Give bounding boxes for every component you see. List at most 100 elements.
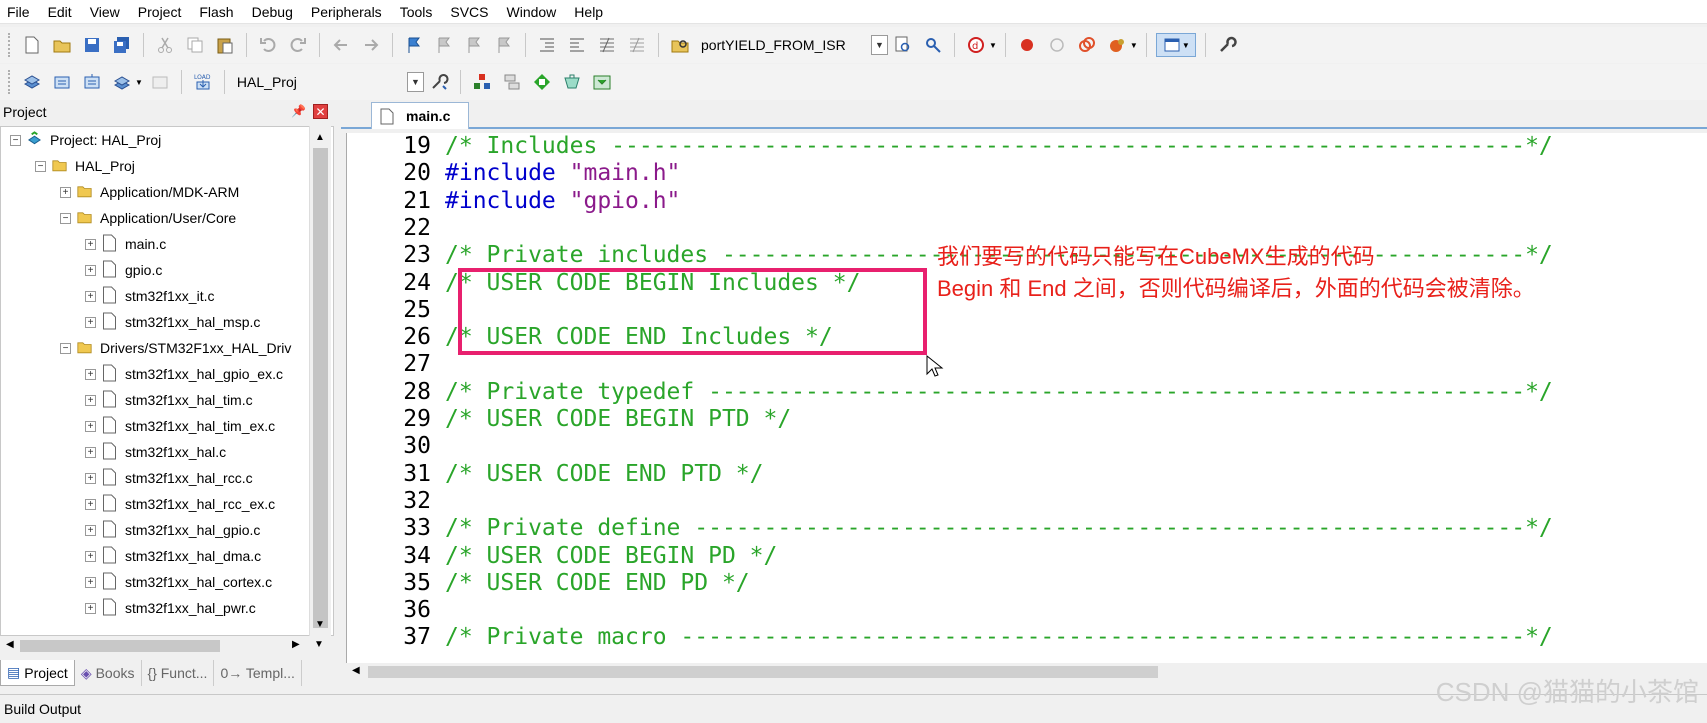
scroll-left-icon[interactable]: ◀ bbox=[6, 639, 14, 650]
paste-icon[interactable] bbox=[213, 33, 237, 57]
menu-file[interactable]: File bbox=[0, 0, 41, 24]
stop-build-icon[interactable] bbox=[148, 70, 172, 94]
scroll-down-icon[interactable]: ▼ bbox=[315, 619, 325, 630]
tree-item[interactable]: − Drivers/STM32F1xx_HAL_Driv bbox=[60, 335, 291, 361]
tab-main-c[interactable]: main.c bbox=[371, 102, 469, 129]
chevron-down-icon[interactable]: ▼ bbox=[1130, 41, 1138, 50]
expand-icon[interactable]: + bbox=[85, 576, 96, 588]
tab-templates[interactable]: 0→ Templ... bbox=[214, 660, 302, 686]
comment-icon[interactable] bbox=[595, 33, 619, 57]
file-extensions-icon[interactable] bbox=[500, 70, 524, 94]
batch-build-icon[interactable] bbox=[110, 70, 134, 94]
close-icon[interactable]: ✕ bbox=[313, 104, 328, 119]
tree-item[interactable]: + stm32f1xx_hal.c bbox=[85, 439, 226, 465]
target-combo[interactable]: HAL_Proj ▼ bbox=[230, 70, 424, 94]
code-line[interactable]: 30 bbox=[347, 433, 445, 460]
navigate-back-icon[interactable] bbox=[329, 33, 353, 57]
code-line[interactable]: 20 #include "main.h" bbox=[347, 160, 680, 187]
tab-functions[interactable]: {} Funct... bbox=[142, 660, 215, 686]
tree-item[interactable]: + stm32f1xx_hal_tim.c bbox=[85, 387, 253, 413]
collapse-icon[interactable]: − bbox=[60, 342, 71, 354]
code-line[interactable]: 27 bbox=[347, 351, 445, 378]
tree-item[interactable]: + stm32f1xx_it.c bbox=[85, 283, 214, 309]
disable-breakpoint-icon[interactable] bbox=[1045, 33, 1069, 57]
find-icon[interactable] bbox=[891, 33, 915, 57]
software-packs-icon[interactable] bbox=[590, 70, 614, 94]
redo-icon[interactable] bbox=[286, 33, 310, 57]
manage-components-icon[interactable] bbox=[470, 70, 494, 94]
prev-bookmark-icon[interactable] bbox=[432, 33, 456, 57]
build-icon[interactable] bbox=[50, 70, 74, 94]
expand-icon[interactable]: + bbox=[85, 472, 96, 484]
pin-icon[interactable]: 📌 bbox=[291, 104, 306, 118]
menu-tools[interactable]: Tools bbox=[393, 0, 444, 24]
next-bookmark-icon[interactable] bbox=[462, 33, 486, 57]
window-layout-icon[interactable]: ▼ bbox=[1155, 33, 1196, 57]
tree-item[interactable]: + stm32f1xx_hal_dma.c bbox=[85, 543, 261, 569]
tree-item[interactable]: − Application/User/Core bbox=[60, 205, 236, 231]
code-line[interactable]: 29 /* USER CODE BEGIN PTD */ bbox=[347, 406, 791, 433]
expand-icon[interactable]: + bbox=[85, 446, 96, 458]
expand-icon[interactable]: + bbox=[60, 186, 71, 198]
pack-installer-icon[interactable] bbox=[560, 70, 584, 94]
disable-all-breakpoints-icon[interactable] bbox=[1075, 33, 1099, 57]
scroll-up-icon[interactable]: ▲ bbox=[315, 132, 325, 143]
chevron-down-icon[interactable]: ▼ bbox=[989, 41, 997, 50]
tree-item[interactable]: + Application/MDK-ARM bbox=[60, 179, 239, 205]
code-line[interactable]: 34 /* USER CODE BEGIN PD */ bbox=[347, 543, 777, 570]
scroll-left-icon[interactable]: ◀ bbox=[352, 665, 360, 676]
bookmark-icon[interactable] bbox=[402, 33, 426, 57]
collapse-icon[interactable]: − bbox=[10, 134, 21, 146]
menu-debug[interactable]: Debug bbox=[245, 0, 304, 24]
tree-item[interactable]: + stm32f1xx_hal_gpio.c bbox=[85, 517, 260, 543]
incremental-find-icon[interactable] bbox=[921, 33, 945, 57]
toolbar-grip[interactable] bbox=[8, 70, 11, 94]
save-icon[interactable] bbox=[80, 33, 104, 57]
expand-icon[interactable]: + bbox=[85, 316, 96, 328]
select-packs-icon[interactable] bbox=[530, 70, 554, 94]
project-tree-hscroll[interactable]: ◀ ▶ ▼ bbox=[0, 636, 334, 656]
debug-session-icon[interactable]: d bbox=[964, 33, 988, 57]
code-line[interactable]: 19 /* Includes --------------------------… bbox=[347, 133, 1552, 160]
code-line[interactable]: 32 bbox=[347, 488, 445, 515]
menu-edit[interactable]: Edit bbox=[41, 0, 83, 24]
open-folder-icon[interactable] bbox=[50, 33, 74, 57]
scroll-right-icon[interactable]: ▶ bbox=[292, 639, 300, 650]
breakpoint-icon[interactable] bbox=[1015, 33, 1039, 57]
scroll-thumb[interactable] bbox=[368, 666, 1158, 678]
chevron-down-icon[interactable]: ▼ bbox=[871, 35, 888, 55]
menu-flash[interactable]: Flash bbox=[192, 0, 244, 24]
code-line[interactable]: 22 bbox=[347, 215, 445, 242]
code-line[interactable]: 37 /* Private macro ---------------------… bbox=[347, 624, 1552, 651]
toolbar-grip[interactable] bbox=[8, 33, 11, 57]
code-line[interactable]: 25 bbox=[347, 297, 445, 324]
menu-peripherals[interactable]: Peripherals bbox=[304, 0, 393, 24]
chevron-down-icon[interactable]: ▼ bbox=[406, 72, 424, 92]
expand-icon[interactable]: + bbox=[85, 524, 96, 536]
code-line[interactable]: 33 /* Private define --------------------… bbox=[347, 515, 1552, 542]
rebuild-icon[interactable] bbox=[80, 70, 104, 94]
tree-item[interactable]: + stm32f1xx_hal_gpio_ex.c bbox=[85, 361, 283, 387]
code-line[interactable]: 31 /* USER CODE END PTD */ bbox=[347, 461, 763, 488]
copy-icon[interactable] bbox=[183, 33, 207, 57]
project-tree-vscroll[interactable]: ▲ ▼ bbox=[309, 126, 331, 636]
indent-icon[interactable] bbox=[535, 33, 559, 57]
expand-icon[interactable]: + bbox=[85, 368, 96, 380]
expand-icon[interactable]: + bbox=[85, 420, 96, 432]
expand-icon[interactable]: + bbox=[85, 394, 96, 406]
expand-icon[interactable]: + bbox=[85, 498, 96, 510]
tree-item[interactable]: + stm32f1xx_hal_pwr.c bbox=[85, 595, 256, 621]
uncomment-icon[interactable] bbox=[625, 33, 649, 57]
scroll-down-icon[interactable]: ▼ bbox=[314, 639, 324, 650]
translate-icon[interactable] bbox=[20, 70, 44, 94]
expand-icon[interactable]: + bbox=[85, 238, 96, 250]
undo-icon[interactable] bbox=[256, 33, 280, 57]
menu-svcs[interactable]: SVCS bbox=[443, 0, 499, 24]
code-line[interactable]: 28 /* Private typedef -------------------… bbox=[347, 379, 1552, 406]
chevron-down-icon[interactable]: ▼ bbox=[135, 78, 143, 87]
collapse-icon[interactable]: − bbox=[60, 212, 71, 224]
navigate-forward-icon[interactable] bbox=[359, 33, 383, 57]
tree-item[interactable]: + stm32f1xx_hal_msp.c bbox=[85, 309, 260, 335]
expand-icon[interactable]: + bbox=[85, 264, 96, 276]
scroll-thumb[interactable] bbox=[313, 148, 328, 628]
